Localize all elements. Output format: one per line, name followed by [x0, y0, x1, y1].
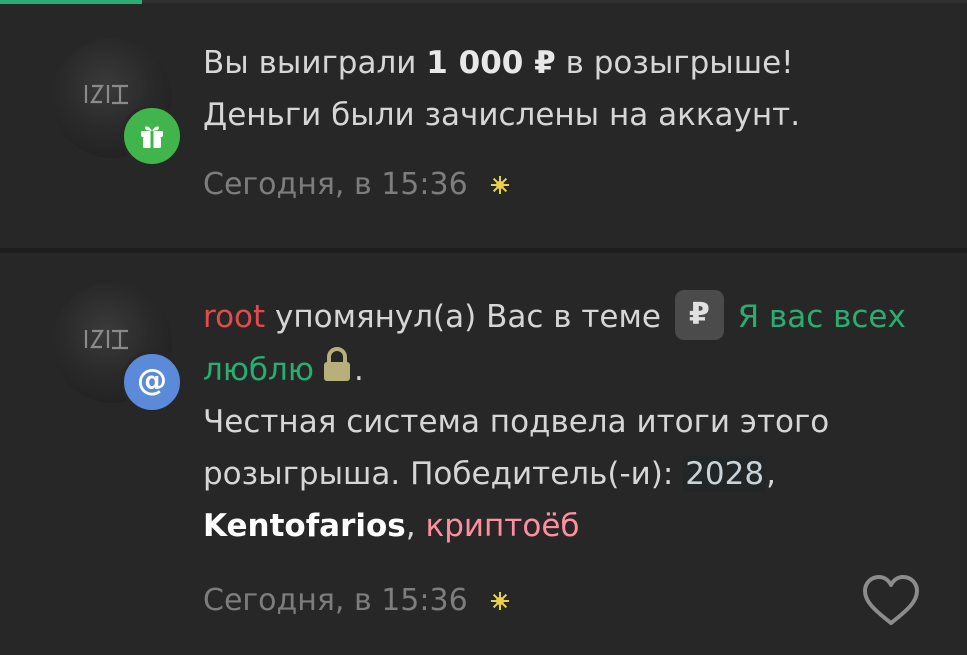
winner-link[interactable]: криптоёб — [425, 508, 579, 544]
notification-meta: Сегодня, в 15:36 — [203, 581, 510, 621]
notification-text: root упомянул(а) Вас в теме ₽ Я вас всех… — [203, 289, 933, 552]
text-part: в розыгрыше! — [555, 45, 794, 81]
prize-amount: 1 000 ₽ — [426, 45, 556, 81]
text-part: Вы выиграли — [203, 45, 427, 81]
separator: , — [766, 455, 776, 492]
notification-item-gift[interactable]: Вы выиграли 1 000 ₽ в розыгрыше! Деньги … — [0, 4, 967, 248]
avatar-logo — [84, 329, 128, 350]
punctuation: . — [353, 351, 364, 388]
timestamp: Сегодня, в 15:36 — [203, 583, 468, 618]
separator: , — [405, 507, 426, 544]
username-link[interactable]: root — [203, 299, 265, 335]
lock-icon — [323, 347, 350, 381]
heart-icon — [863, 575, 919, 625]
gift-icon — [141, 126, 163, 148]
notifications-page: Вы выиграли 1 000 ₽ в розыгрыше! Деньги … — [0, 0, 967, 655]
action-text: упомянул(а) Вас в теме — [265, 299, 671, 335]
tab-bar-line — [142, 0, 967, 3]
winner-link[interactable]: 2028 — [683, 455, 767, 492]
winner-link[interactable]: Kentofarios — [203, 508, 406, 544]
thread-prefix-badge[interactable]: ₽ — [674, 289, 724, 340]
gift-badge — [121, 105, 183, 167]
mention-badge: @ — [121, 351, 183, 413]
avatar-logo — [84, 84, 128, 105]
at-icon: @ — [137, 362, 167, 398]
notification-meta: Сегодня, в 15:36 — [203, 165, 510, 205]
sparkle-icon — [490, 592, 509, 610]
text-line: Деньги были зачислены на аккаунт. — [203, 97, 801, 133]
like-button[interactable] — [861, 573, 921, 629]
timestamp: Сегодня, в 15:36 — [203, 167, 468, 202]
notification-text: Вы выиграли 1 000 ₽ в розыгрыше! Деньги … — [203, 37, 933, 141]
sparkle-icon — [490, 176, 509, 194]
notification-item-mention[interactable]: @ root упомянул(а) Вас в теме ₽ Я вас вс… — [0, 253, 967, 655]
